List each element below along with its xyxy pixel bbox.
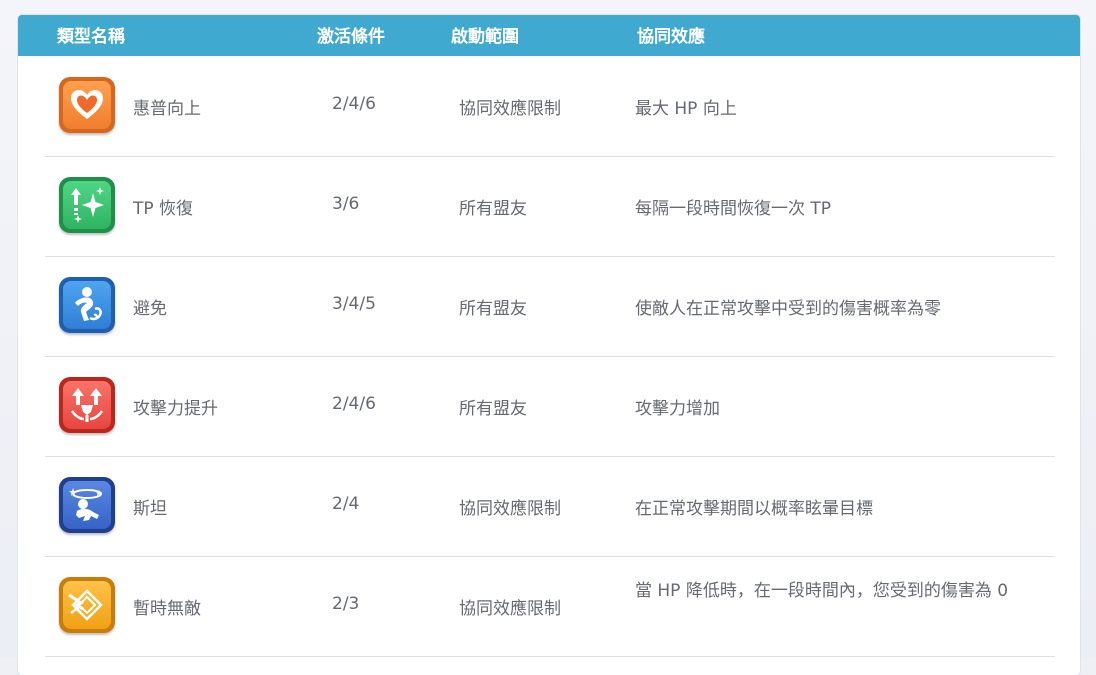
row-synergy-effect: 當 HP 降低時，在一段時間內，您受到的傷害為 0 bbox=[635, 581, 1009, 601]
row-activation-condition: 2/3 bbox=[332, 594, 360, 614]
table-row: 攻擊力提升 2/4/6 所有盟友 攻擊力增加 bbox=[45, 356, 1055, 457]
row-type-name: 惠普向上 bbox=[133, 99, 201, 119]
row-activation-condition: 2/4 bbox=[332, 494, 360, 514]
row-type-name: 攻擊力提升 bbox=[133, 399, 218, 419]
row-activation-range: 所有盟友 bbox=[459, 399, 527, 419]
header-synergy-effect: 協同效應 bbox=[637, 27, 705, 47]
table-header: 類型名稱 激活條件 啟動範圍 協同效應 bbox=[18, 15, 1080, 56]
row-type-name: 避免 bbox=[133, 299, 167, 319]
table-row: 避免 3/4/5 所有盟友 使敵人在正常攻擊中受到的傷害概率為零 bbox=[45, 256, 1055, 357]
dodge-icon bbox=[59, 277, 115, 333]
row-activation-range: 協同效應限制 bbox=[459, 499, 561, 519]
invincible-icon bbox=[59, 577, 115, 633]
sparkle-up-icon bbox=[59, 177, 115, 233]
table-row: 惠普向上 2/4/6 協同效應限制 最大 HP 向上 bbox=[45, 56, 1055, 157]
row-activation-range: 所有盟友 bbox=[459, 199, 527, 219]
row-synergy-effect: 每隔一段時間恢復一次 TP bbox=[635, 199, 832, 219]
stun-icon bbox=[59, 477, 115, 533]
table-row: TP 恢復 3/6 所有盟友 每隔一段時間恢復一次 TP bbox=[45, 156, 1055, 257]
row-activation-condition: 3/4/5 bbox=[332, 294, 376, 314]
heart-up-icon bbox=[59, 77, 115, 133]
header-type-name: 類型名稱 bbox=[57, 27, 125, 47]
row-activation-condition: 3/6 bbox=[332, 194, 360, 214]
table-row: 暫時無敵 2/3 協同效應限制 當 HP 降低時，在一段時間內，您受到的傷害為 … bbox=[45, 556, 1055, 657]
row-activation-range: 協同效應限制 bbox=[459, 599, 561, 619]
row-type-name: 暫時無敵 bbox=[133, 599, 201, 619]
attack-up-icon bbox=[59, 377, 115, 433]
row-activation-condition: 2/4/6 bbox=[332, 394, 376, 414]
header-activation-condition: 激活條件 bbox=[317, 27, 385, 47]
row-type-name: TP 恢復 bbox=[133, 199, 194, 219]
header-activation-range: 啟動範圍 bbox=[451, 27, 519, 47]
row-synergy-effect: 使敵人在正常攻擊中受到的傷害概率為零 bbox=[635, 299, 941, 319]
row-synergy-effect: 在正常攻擊期間以概率眩暈目標 bbox=[635, 499, 873, 519]
row-synergy-effect: 最大 HP 向上 bbox=[635, 99, 737, 119]
row-type-name: 斯坦 bbox=[133, 499, 167, 519]
row-activation-range: 所有盟友 bbox=[459, 299, 527, 319]
synergy-table: 類型名稱 激活條件 啟動範圍 協同效應 惠普向上 2/4/6 協同效應限制 最大… bbox=[18, 15, 1080, 675]
row-activation-range: 協同效應限制 bbox=[459, 99, 561, 119]
table-row: 斯坦 2/4 協同效應限制 在正常攻擊期間以概率眩暈目標 bbox=[45, 456, 1055, 557]
row-synergy-effect: 攻擊力增加 bbox=[635, 399, 720, 419]
row-activation-condition: 2/4/6 bbox=[332, 94, 376, 114]
